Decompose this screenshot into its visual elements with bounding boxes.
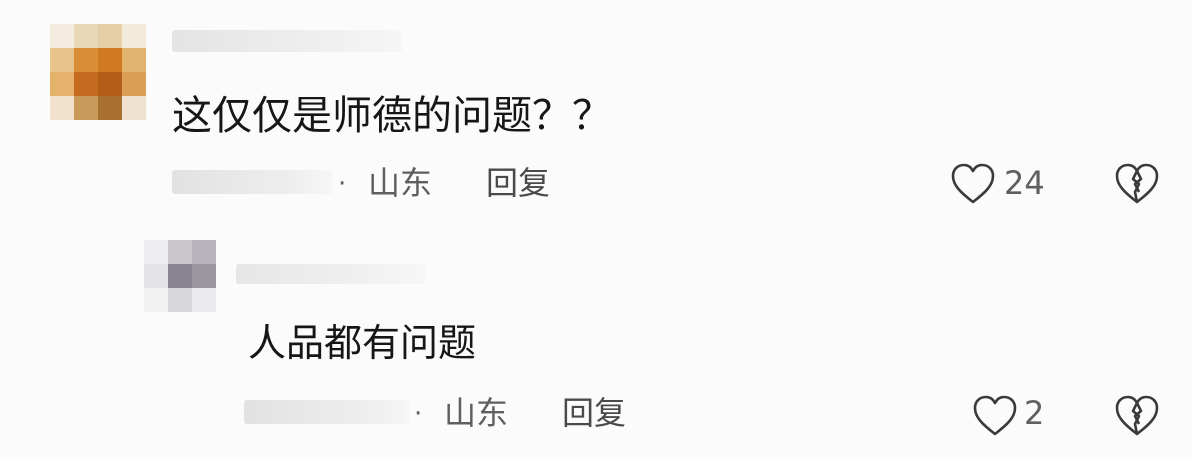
username-redacted [172, 30, 402, 52]
reply-timestamp-redacted [244, 400, 410, 424]
heart-icon[interactable] [950, 162, 996, 206]
timestamp-redacted [172, 170, 332, 194]
reply-text: 人品都有问题 [248, 321, 477, 365]
meta-separator: · [338, 169, 347, 199]
reply-like-count: 2 [1024, 394, 1045, 432]
reply-heart-icon[interactable] [972, 394, 1018, 438]
comment-location: 山东 [368, 164, 433, 202]
comment-text: 这仅仅是师德的问题？？ [172, 93, 612, 139]
reply-reply-button[interactable]: 回复 [562, 393, 626, 433]
avatar[interactable] [50, 24, 146, 120]
reply-broken-heart-icon[interactable] [1114, 394, 1160, 438]
reply-username-redacted [236, 264, 426, 284]
reply-avatar[interactable] [144, 240, 216, 312]
like-count: 24 [1004, 164, 1045, 202]
reply-meta-separator: · [414, 399, 423, 429]
reply-button[interactable]: 回复 [486, 163, 550, 203]
broken-heart-icon[interactable] [1114, 162, 1160, 206]
reply-location: 山东 [444, 394, 509, 432]
